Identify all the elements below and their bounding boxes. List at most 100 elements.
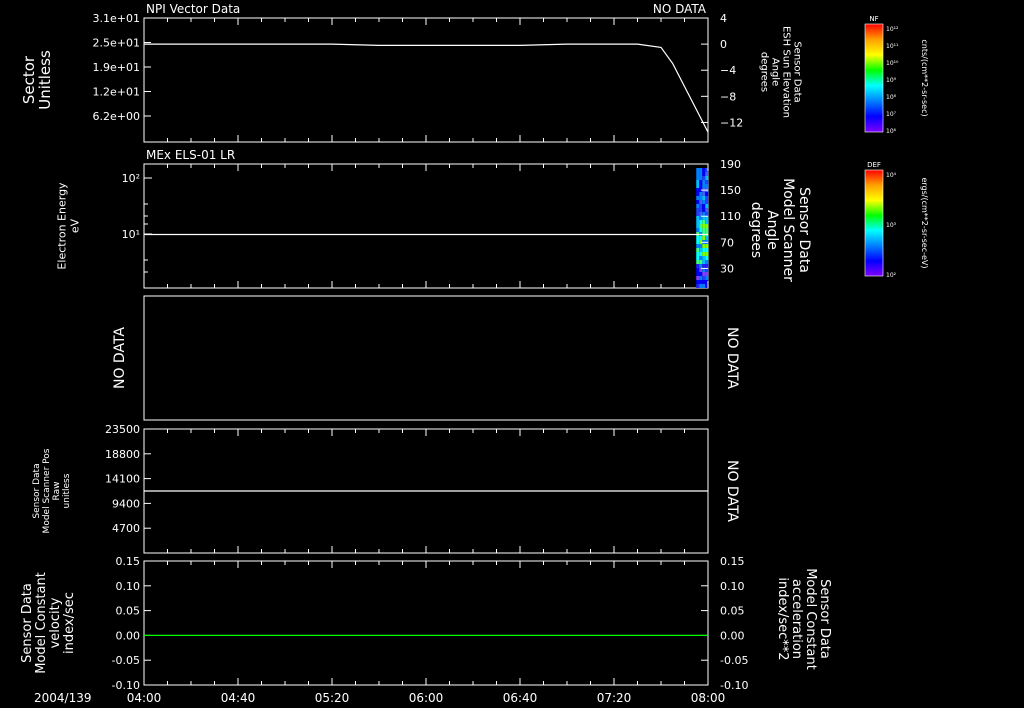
- heatmap-cell: [705, 172, 709, 176]
- heatmap-cell: [702, 284, 706, 288]
- panel-ylabel: Sensor Data Model Scanner Pos Raw unitless: [32, 448, 72, 533]
- colorbar-tick-label: 10¹¹: [886, 43, 899, 50]
- heatmap-cell: [696, 188, 700, 192]
- right-y-tick-label: 110: [720, 210, 741, 223]
- heatmap-cell: [699, 172, 703, 176]
- heatmap-cell: [699, 244, 703, 248]
- heatmap-cell: [696, 184, 700, 188]
- heatmap-cell: [702, 180, 706, 184]
- panel-right-ylabel-line: Sensor Data: [817, 579, 832, 659]
- panel-right-ylabel: Sensor DataModel ScannerAngledegrees: [748, 178, 812, 282]
- colorbar-tick-label: 10⁹: [886, 77, 897, 84]
- panel-title: MEx ELS-01 LR: [146, 148, 235, 162]
- y-tick-label: 0.05: [116, 605, 141, 618]
- heatmap-cell: [702, 280, 706, 284]
- panel-constant-velocity: 0.150.100.050.00-0.05-0.100.150.100.050.…: [20, 555, 832, 692]
- heatmap-cell: [702, 196, 706, 200]
- panel-right-ylabel-line: degrees: [759, 52, 770, 92]
- heatmap-cell: [702, 256, 706, 260]
- heatmap-cell: [702, 244, 706, 248]
- heatmap-cell: [699, 260, 703, 264]
- heatmap-cell: [696, 196, 700, 200]
- heatmap-cell: [699, 204, 703, 208]
- heatmap-cell: [699, 280, 703, 284]
- x-tick-label: 08:00: [691, 691, 726, 705]
- heatmap-cell: [699, 264, 703, 268]
- x-tick-label: 07:20: [597, 691, 632, 705]
- panel-right-ylabel: Sensor DataESH Sun ElevationAngledegrees: [759, 26, 803, 118]
- heatmap-cell: [702, 260, 706, 264]
- heatmap-cell: [705, 224, 709, 228]
- right-y-tick-label: 0: [720, 38, 727, 51]
- panel-right-ylabel-line: index/sec**2: [775, 577, 790, 660]
- heatmap-cell: [702, 248, 706, 252]
- panel-ylabel-line: velocity: [48, 597, 63, 648]
- heatmap-cell: [699, 248, 703, 252]
- heatmap-cell: [702, 176, 706, 180]
- heatmap-cell: [699, 184, 703, 188]
- right-y-tick-label: 30: [720, 262, 734, 275]
- panel-ylabel: Electron Energy eV: [56, 182, 82, 270]
- colorbar-tick-label: 10⁸: [886, 94, 897, 101]
- right-y-tick-label: 190: [720, 158, 741, 171]
- heatmap-cell: [699, 168, 703, 172]
- panel-ylabel-line: index/sec: [62, 592, 77, 654]
- heatmap-cell: [696, 200, 700, 204]
- heatmap-cell: [696, 236, 700, 240]
- heatmap-cell: [699, 236, 703, 240]
- heatmap-cell: [699, 200, 703, 204]
- heatmap-cell: [699, 256, 703, 260]
- y-tick-label: 0.10: [116, 580, 141, 593]
- heatmap-cell: [696, 248, 700, 252]
- panel-right-ylabel-line: Angle: [764, 210, 780, 250]
- heatmap-cell: [705, 252, 709, 256]
- panel-right-ylabel-line: Model Constant: [803, 568, 818, 670]
- heatmap-cell: [702, 236, 706, 240]
- y-tick-label: 14100: [105, 473, 140, 486]
- heatmap-cell: [699, 252, 703, 256]
- panel-frame: [143, 560, 709, 686]
- heatmap-cell: [696, 280, 700, 284]
- panel-right-label: NO DATA: [724, 460, 740, 522]
- colorbar-label: ergs/(cm**2-sr-sec-eV): [920, 177, 929, 268]
- heatmap-cell: [702, 172, 706, 176]
- y-tick-label: 23500: [105, 423, 140, 436]
- colorbar-title: DEF: [867, 161, 881, 169]
- y-tick-label: 10¹: [122, 228, 140, 241]
- colorbar-tick-label: 10⁶: [886, 128, 897, 135]
- heatmap-cell: [705, 244, 709, 248]
- right-y-tick-label: 150: [720, 184, 741, 197]
- panel-ylabel-line: Sensor Data: [32, 463, 42, 518]
- heatmap-cell: [696, 208, 700, 212]
- panel-title: NPI Vector Data: [146, 2, 240, 16]
- heatmap-cell: [699, 192, 703, 196]
- heatmap-cell: [699, 220, 703, 224]
- colorbar-gradient: [864, 169, 884, 277]
- y-tick-label: 10²: [122, 172, 140, 185]
- heatmap-cell: [702, 224, 706, 228]
- y-tick-label: 6.2e+00: [93, 110, 140, 123]
- plot-canvas: NPI Vector Data NO DATA 3.1e+01 2.5e+01 1.9e…: [20, 2, 929, 705]
- panel-ylabel-line: Model Constant: [34, 572, 49, 674]
- heatmap-cell: [705, 220, 709, 224]
- heatmap-cell: [705, 176, 709, 180]
- heatmap-cell: [696, 180, 700, 184]
- x-axis-labels: 04:00 04:40 05:20 06:00 06:40 07:20 08:00 2004/…: [34, 691, 725, 705]
- right-y-tick-label: 70: [720, 236, 734, 249]
- y-tick-label: 9400: [112, 497, 140, 510]
- heatmap-cell: [696, 172, 700, 176]
- x-tick-label: 06:00: [409, 691, 444, 705]
- heatmap-cell: [696, 260, 700, 264]
- heatmap-cell: [702, 220, 706, 224]
- heatmap-cell: [705, 192, 709, 196]
- panel-ylabel-line: eV: [69, 218, 82, 233]
- heatmap-cell: [705, 196, 709, 200]
- right-y-tick-label: 0.05: [720, 605, 745, 618]
- heatmap-cell: [699, 276, 703, 280]
- heatmap-cell: [705, 264, 709, 268]
- panel-no-data: NO DATA NO DATA: [112, 295, 740, 421]
- heatmap-cell: [696, 272, 700, 276]
- colorbar-tick-label: 10⁴: [886, 172, 897, 179]
- heatmap-cell: [696, 268, 700, 272]
- panel-right-ylabel-line: Angle: [770, 58, 781, 86]
